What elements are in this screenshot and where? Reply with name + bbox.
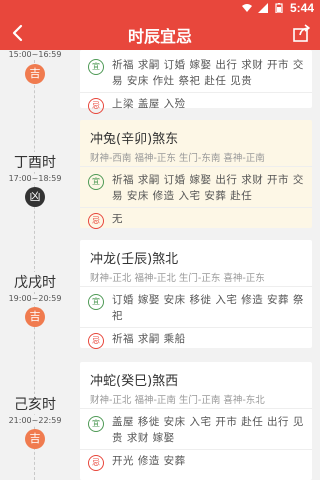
yi-row: 宜 祈福 求嗣 订婚 嫁娶 出行 求财 开市 交易 安床 修造 入宅 安葬 赴任: [80, 172, 312, 204]
ji-text: 无: [112, 213, 123, 225]
yi-badge: 宜: [88, 416, 104, 432]
yi-text: 祈福 求嗣 订婚 嫁娶 出行 求财 开市 交易 安床 作灶 祭祀 赴任 见贵: [112, 59, 304, 87]
ji-badge: 忌: [88, 213, 104, 229]
hour-slot: 丁酉时 17:00~18:59 凶: [0, 152, 70, 207]
ji-row: 忌 开光 修造 安葬: [80, 453, 312, 471]
luck-badge: 吉: [25, 307, 45, 327]
hour-name: 己亥时: [0, 394, 70, 414]
ji-row: 忌 无: [80, 211, 312, 229]
status-time: 5:44: [289, 1, 314, 15]
ji-badge: 忌: [88, 333, 104, 349]
wifi-icon: [241, 4, 252, 12]
card-gods: 财神-正北 福神-正北 生门-正东 喜神-正东: [90, 273, 265, 284]
hour-card[interactable]: 冲兔(辛卯)煞东 财神-西南 福神-正东 生门-东南 喜神-正南 宜 祈福 求嗣…: [80, 120, 312, 229]
luck-badge: 吉: [25, 64, 45, 84]
ji-text: 上梁 盖屋 入殓: [112, 98, 186, 110]
app-bar: 时辰宜忌: [0, 16, 320, 50]
card-divider: [80, 207, 312, 208]
status-bar: 5:44: [0, 0, 320, 16]
card-divider: [80, 408, 312, 409]
share-icon[interactable]: [292, 23, 312, 43]
yi-badge: 宜: [88, 174, 104, 190]
yi-row: 宜 祈福 求嗣 订婚 嫁娶 出行 求财 开市 交易 安床 作灶 祭祀 赴任 见贵: [80, 57, 312, 89]
card-divider: [80, 327, 312, 328]
card-gods: 财神-正北 福神-正南 生门-正南 喜神-东北: [90, 395, 265, 406]
hour-range: 21:00~22:59: [0, 416, 70, 425]
card-heading: 冲蛇(癸巳)煞西: [90, 374, 179, 389]
hour-slot: 15:00~16:59 吉: [0, 50, 70, 84]
hour-range: 19:00~20:59: [0, 294, 70, 303]
ji-text: 开光 修造 安葬: [112, 455, 186, 467]
ji-row: 忌 上梁 盖屋 入殓: [80, 96, 312, 114]
yi-text: 订婚 嫁娶 安床 移徙 入宅 修造 安葬 祭祀: [112, 294, 304, 322]
yi-row: 宜 订婚 嫁娶 安床 移徙 入宅 修造 安葬 祭祀: [80, 292, 312, 324]
battery-icon: [275, 3, 283, 13]
hour-range: 15:00~16:59: [0, 50, 70, 59]
card-heading: 冲兔(辛卯)煞东: [90, 132, 179, 147]
card-divider: [80, 449, 312, 450]
yi-badge: 宜: [88, 294, 104, 310]
hour-range: 17:00~18:59: [0, 174, 70, 183]
signal-icon: [257, 3, 268, 13]
hour-card[interactable]: 冲蛇(癸巳)煞西 财神-正北 福神-正南 生门-正南 喜神-东北 宜 盖屋 移徙…: [80, 362, 312, 480]
card-divider: [80, 166, 312, 167]
hour-card[interactable]: 宜 祈福 求嗣 订婚 嫁娶 出行 求财 开市 交易 安床 作灶 祭祀 赴任 见贵…: [80, 50, 312, 114]
card-gods: 财神-西南 福神-正东 生门-东南 喜神-正南: [90, 153, 265, 164]
yi-text: 祈福 求嗣 订婚 嫁娶 出行 求财 开市 交易 安床 修造 入宅 安葬 赴任: [112, 174, 304, 202]
content-scroll[interactable]: 15:00~16:59 吉 宜 祈福 求嗣 订婚 嫁娶 出行 求财 开市 交易 …: [0, 50, 320, 480]
yi-badge: 宜: [88, 59, 104, 75]
luck-badge: 凶: [25, 187, 45, 207]
ji-badge: 忌: [88, 455, 104, 471]
hour-name: 戊戌时: [0, 272, 70, 292]
ji-badge: 忌: [88, 98, 104, 114]
hour-slot: 戊戌时 19:00~20:59 吉: [0, 272, 70, 327]
hour-slot: 己亥时 21:00~22:59 吉: [0, 394, 70, 449]
ji-text: 祈福 求嗣 乘船: [112, 333, 186, 345]
ji-row: 忌 祈福 求嗣 乘船: [80, 331, 312, 349]
card-heading: 冲龙(壬辰)煞北: [90, 252, 179, 267]
status-icons: 5:44: [241, 1, 314, 15]
card-divider: [80, 286, 312, 287]
page-title: 时辰宜忌: [127, 27, 192, 46]
yi-row: 宜 盖屋 移徙 安床 入宅 开市 赴任 出行 见贵 求财 嫁娶: [80, 414, 312, 446]
luck-badge: 吉: [25, 429, 45, 449]
hour-card[interactable]: 冲龙(壬辰)煞北 财神-正北 福神-正北 生门-正东 喜神-正东 宜 订婚 嫁娶…: [80, 240, 312, 349]
hour-name: 丁酉时: [0, 152, 70, 172]
card-divider: [80, 92, 312, 93]
yi-text: 盖屋 移徙 安床 入宅 开市 赴任 出行 见贵 求财 嫁娶: [112, 416, 304, 444]
